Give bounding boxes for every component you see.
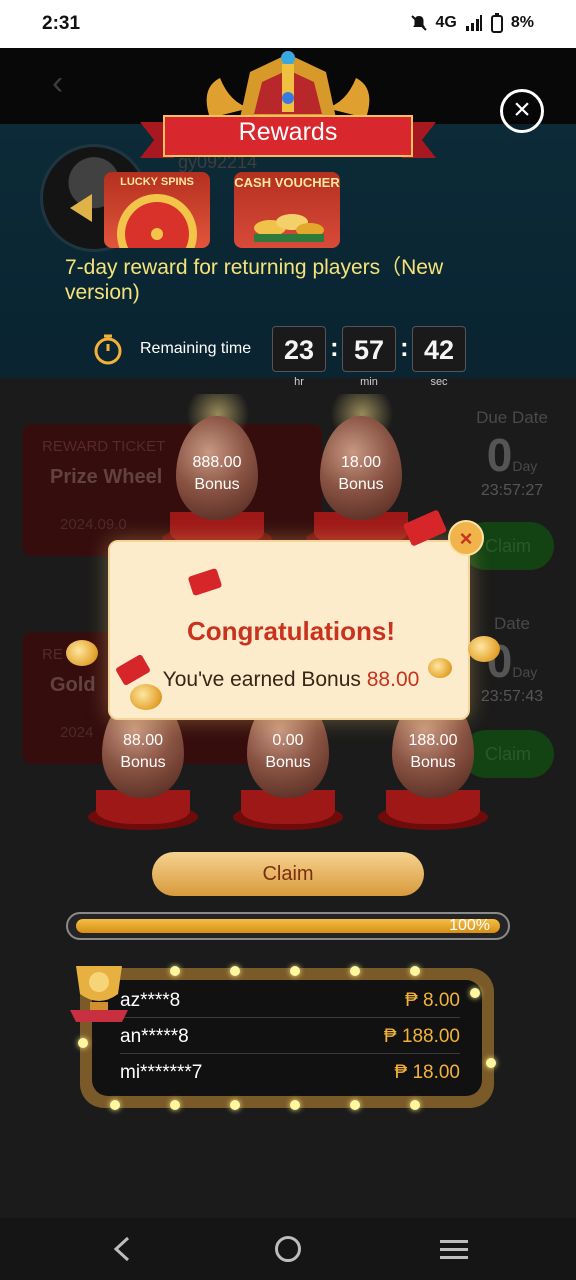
winner-amount: ₱ 188.00 bbox=[383, 1026, 460, 1047]
winner-name: an*****8 bbox=[120, 1026, 189, 1047]
winner-amount: ₱ 18.00 bbox=[394, 1062, 461, 1083]
countdown: Remaining time 23 : 57 : 42 hr min sec bbox=[92, 326, 492, 388]
egg-label: Bonus bbox=[194, 476, 240, 493]
egg-value: 88.00 Bonus bbox=[84, 730, 202, 774]
coin-icon bbox=[468, 636, 500, 662]
tile-lucky-spins[interactable]: LUCKY SPINS bbox=[104, 172, 210, 248]
congrats-amount: 88.00 bbox=[366, 668, 420, 691]
egg-value: 888.00 Bonus bbox=[158, 452, 276, 496]
winner-name: mi*******7 bbox=[120, 1062, 203, 1083]
progress-fill bbox=[76, 919, 500, 933]
battery-icon bbox=[490, 13, 503, 33]
congrats-prefix: You've earned Bonus bbox=[162, 668, 367, 691]
winner-amount: ₱ 8.00 bbox=[405, 990, 460, 1011]
close-icon[interactable]: × bbox=[500, 89, 544, 133]
egg-label: Bonus bbox=[265, 754, 311, 771]
remaining-label: Remaining time bbox=[140, 340, 252, 357]
egg-value: 188.00 Bonus bbox=[374, 730, 492, 774]
battery-percent: 8% bbox=[510, 14, 534, 31]
congrats-title: Congratulations! bbox=[187, 616, 395, 646]
winners-panel: az****8 ₱ 8.00 an*****8 ₱ 188.00 mi*****… bbox=[92, 980, 482, 1096]
timer-unit: sec bbox=[430, 376, 448, 388]
light-bulb bbox=[78, 1038, 88, 1048]
egg-value: 18.00 Bonus bbox=[302, 452, 420, 496]
nav-home-icon[interactable] bbox=[275, 1236, 301, 1262]
timer-colon: : bbox=[400, 332, 409, 362]
egg-amount: 88.00 bbox=[122, 732, 164, 749]
status-icons: 4G 8% bbox=[410, 13, 534, 33]
clock-icon bbox=[94, 334, 122, 365]
light-bulb bbox=[486, 1058, 496, 1068]
egg-amount: 18.00 bbox=[340, 454, 382, 471]
timer-minutes: 57 bbox=[342, 326, 396, 372]
promo-text: 7-day reward for returning players（New v… bbox=[65, 256, 444, 304]
close-icon[interactable]: × bbox=[448, 520, 484, 556]
egg-label: Bonus bbox=[120, 754, 166, 771]
light-bulb bbox=[170, 1100, 180, 1110]
nav-menu-icon[interactable] bbox=[440, 1238, 468, 1260]
winner-row: mi*******7 ₱ 18.00 bbox=[120, 1056, 460, 1090]
notification-off-icon bbox=[410, 15, 427, 31]
signal-icon bbox=[465, 15, 482, 31]
egg-card[interactable]: 888.00 Bonus bbox=[158, 394, 276, 558]
progress-bar: 100% bbox=[66, 912, 510, 940]
winner-row: az****8 ₱ 8.00 bbox=[120, 984, 460, 1018]
network-type: 4G bbox=[435, 14, 457, 31]
timer-unit: min bbox=[360, 376, 378, 388]
congrats-message: You've earned Bonus 88.00 bbox=[110, 668, 472, 692]
timer-unit: hr bbox=[294, 376, 304, 388]
egg-amount: 188.00 bbox=[408, 732, 458, 749]
wheel-icon bbox=[117, 194, 197, 248]
status-time: 2:31 bbox=[42, 13, 81, 34]
light-bulb bbox=[230, 1100, 240, 1110]
progress-label: 100% bbox=[449, 917, 490, 934]
status-bar: 2:31 4G 8% bbox=[0, 0, 576, 48]
light-bulb bbox=[350, 966, 360, 976]
egg-label: Bonus bbox=[338, 476, 384, 493]
egg-amount: 888.00 bbox=[192, 454, 242, 471]
egg-card[interactable]: 18.00 Bonus bbox=[302, 394, 420, 558]
timer-seconds: 42 bbox=[412, 326, 466, 372]
light-bulb bbox=[290, 966, 300, 976]
egg-amount: 0.00 bbox=[272, 732, 304, 749]
winner-row: an*****8 ₱ 188.00 bbox=[120, 1020, 460, 1054]
light-bulb bbox=[110, 1100, 120, 1110]
screen: 2:31 4G 8% ‹ gy092214 REWARD TICKET Priz… bbox=[0, 0, 576, 1280]
timer-hours: 23 bbox=[272, 326, 326, 372]
claim-button[interactable]: Claim bbox=[152, 852, 424, 896]
tile-cash-voucher[interactable]: CASH VOUCHER bbox=[234, 172, 340, 248]
arrow-left-icon[interactable] bbox=[70, 194, 92, 222]
coin-icon bbox=[66, 640, 98, 666]
coins-icon bbox=[254, 214, 324, 242]
trophy-icon bbox=[70, 966, 128, 1022]
egg-value: 0.00 Bonus bbox=[229, 730, 347, 774]
system-nav-bar bbox=[0, 1218, 576, 1280]
timer-colon: : bbox=[330, 332, 339, 362]
coin-icon bbox=[130, 684, 162, 710]
nav-back-icon[interactable] bbox=[112, 1236, 134, 1262]
light-bulb bbox=[470, 988, 480, 998]
coin-icon bbox=[428, 658, 452, 678]
light-bulb bbox=[350, 1100, 360, 1110]
light-bulb bbox=[410, 966, 420, 976]
rewards-title: Rewards bbox=[238, 118, 338, 146]
congrats-dialog: Congratulations! You've earned Bonus 88.… bbox=[108, 540, 470, 720]
light-bulb bbox=[170, 966, 180, 976]
light-bulb bbox=[290, 1100, 300, 1110]
egg-label: Bonus bbox=[410, 754, 456, 771]
light-bulb bbox=[410, 1100, 420, 1110]
light-bulb bbox=[230, 966, 240, 976]
winners-board: az****8 ₱ 8.00 an*****8 ₱ 188.00 mi*****… bbox=[78, 966, 496, 1110]
